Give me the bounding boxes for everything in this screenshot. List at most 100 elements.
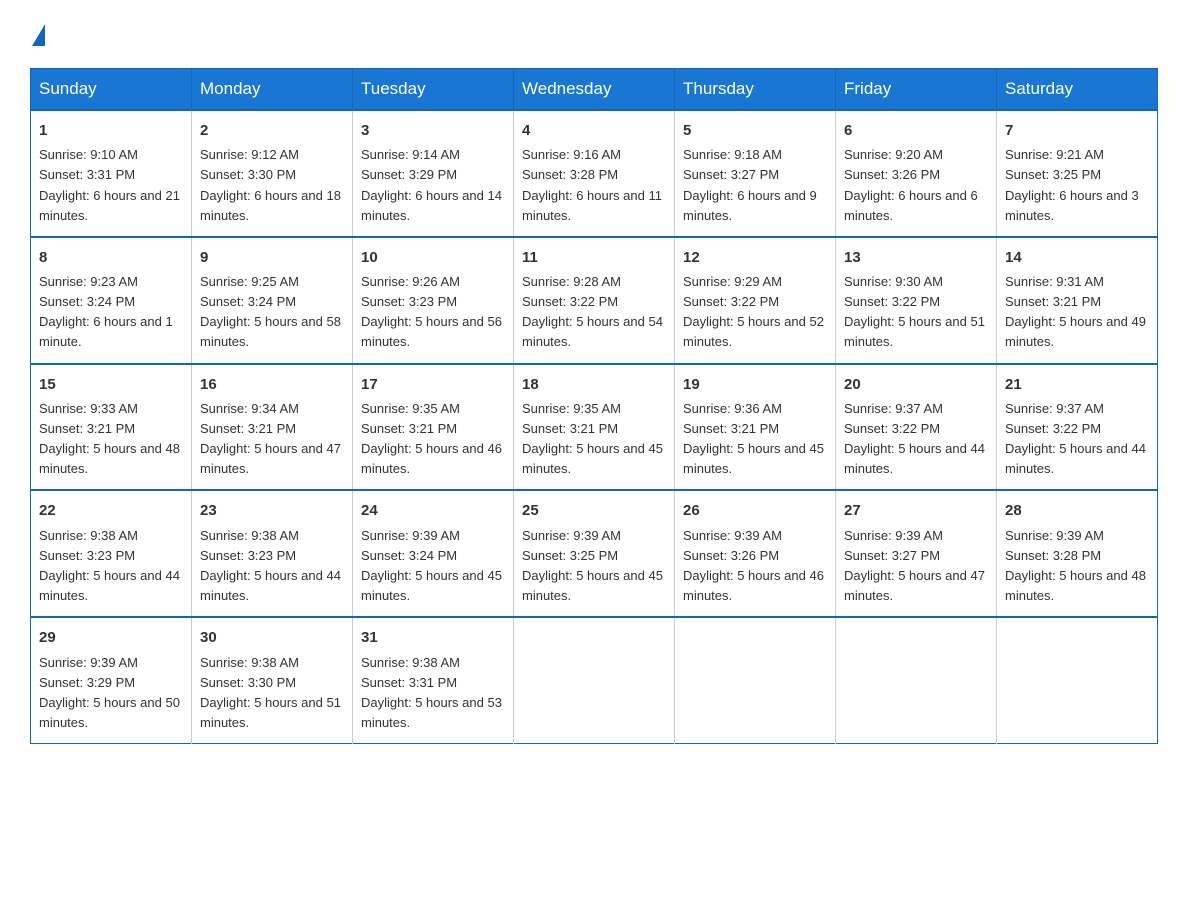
- day-number: 15: [39, 373, 183, 396]
- day-number: 31: [361, 626, 505, 649]
- calendar-cell: 25 Sunrise: 9:39 AMSunset: 3:25 PMDaylig…: [514, 490, 675, 617]
- day-info: Sunrise: 9:26 AMSunset: 3:23 PMDaylight:…: [361, 274, 502, 349]
- calendar-cell: 18 Sunrise: 9:35 AMSunset: 3:21 PMDaylig…: [514, 364, 675, 491]
- calendar-cell: 9 Sunrise: 9:25 AMSunset: 3:24 PMDayligh…: [192, 237, 353, 364]
- day-number: 20: [844, 373, 988, 396]
- day-info: Sunrise: 9:23 AMSunset: 3:24 PMDaylight:…: [39, 274, 173, 349]
- day-info: Sunrise: 9:10 AMSunset: 3:31 PMDaylight:…: [39, 147, 180, 222]
- day-info: Sunrise: 9:36 AMSunset: 3:21 PMDaylight:…: [683, 401, 824, 476]
- weekday-header-wednesday: Wednesday: [514, 69, 675, 111]
- day-number: 19: [683, 373, 827, 396]
- calendar-cell: 11 Sunrise: 9:28 AMSunset: 3:22 PMDaylig…: [514, 237, 675, 364]
- day-info: Sunrise: 9:38 AMSunset: 3:31 PMDaylight:…: [361, 655, 502, 730]
- day-number: 25: [522, 499, 666, 522]
- day-info: Sunrise: 9:20 AMSunset: 3:26 PMDaylight:…: [844, 147, 978, 222]
- day-info: Sunrise: 9:29 AMSunset: 3:22 PMDaylight:…: [683, 274, 824, 349]
- day-info: Sunrise: 9:39 AMSunset: 3:29 PMDaylight:…: [39, 655, 180, 730]
- calendar-cell: 13 Sunrise: 9:30 AMSunset: 3:22 PMDaylig…: [836, 237, 997, 364]
- weekday-header-thursday: Thursday: [675, 69, 836, 111]
- calendar-cell: 31 Sunrise: 9:38 AMSunset: 3:31 PMDaylig…: [353, 617, 514, 743]
- week-row-2: 8 Sunrise: 9:23 AMSunset: 3:24 PMDayligh…: [31, 237, 1158, 364]
- calendar-cell: 17 Sunrise: 9:35 AMSunset: 3:21 PMDaylig…: [353, 364, 514, 491]
- calendar-cell: 30 Sunrise: 9:38 AMSunset: 3:30 PMDaylig…: [192, 617, 353, 743]
- calendar-table: SundayMondayTuesdayWednesdayThursdayFrid…: [30, 68, 1158, 744]
- calendar-cell: 12 Sunrise: 9:29 AMSunset: 3:22 PMDaylig…: [675, 237, 836, 364]
- day-number: 18: [522, 373, 666, 396]
- day-number: 2: [200, 119, 344, 142]
- weekday-header-row: SundayMondayTuesdayWednesdayThursdayFrid…: [31, 69, 1158, 111]
- day-info: Sunrise: 9:35 AMSunset: 3:21 PMDaylight:…: [522, 401, 663, 476]
- calendar-cell: 28 Sunrise: 9:39 AMSunset: 3:28 PMDaylig…: [997, 490, 1158, 617]
- day-info: Sunrise: 9:39 AMSunset: 3:28 PMDaylight:…: [1005, 528, 1146, 603]
- day-info: Sunrise: 9:38 AMSunset: 3:23 PMDaylight:…: [200, 528, 341, 603]
- day-info: Sunrise: 9:21 AMSunset: 3:25 PMDaylight:…: [1005, 147, 1139, 222]
- day-number: 8: [39, 246, 183, 269]
- logo: [30, 20, 53, 48]
- weekday-header-sunday: Sunday: [31, 69, 192, 111]
- day-info: Sunrise: 9:39 AMSunset: 3:26 PMDaylight:…: [683, 528, 824, 603]
- day-info: Sunrise: 9:25 AMSunset: 3:24 PMDaylight:…: [200, 274, 341, 349]
- day-number: 27: [844, 499, 988, 522]
- day-info: Sunrise: 9:30 AMSunset: 3:22 PMDaylight:…: [844, 274, 985, 349]
- day-info: Sunrise: 9:35 AMSunset: 3:21 PMDaylight:…: [361, 401, 502, 476]
- weekday-header-saturday: Saturday: [997, 69, 1158, 111]
- day-number: 14: [1005, 246, 1149, 269]
- day-number: 12: [683, 246, 827, 269]
- calendar-cell: 10 Sunrise: 9:26 AMSunset: 3:23 PMDaylig…: [353, 237, 514, 364]
- calendar-cell: 22 Sunrise: 9:38 AMSunset: 3:23 PMDaylig…: [31, 490, 192, 617]
- calendar-cell: [836, 617, 997, 743]
- day-number: 22: [39, 499, 183, 522]
- calendar-cell: 14 Sunrise: 9:31 AMSunset: 3:21 PMDaylig…: [997, 237, 1158, 364]
- day-number: 28: [1005, 499, 1149, 522]
- day-info: Sunrise: 9:39 AMSunset: 3:27 PMDaylight:…: [844, 528, 985, 603]
- day-number: 13: [844, 246, 988, 269]
- weekday-header-friday: Friday: [836, 69, 997, 111]
- day-info: Sunrise: 9:37 AMSunset: 3:22 PMDaylight:…: [1005, 401, 1146, 476]
- day-number: 21: [1005, 373, 1149, 396]
- day-info: Sunrise: 9:39 AMSunset: 3:25 PMDaylight:…: [522, 528, 663, 603]
- day-number: 9: [200, 246, 344, 269]
- calendar-cell: 7 Sunrise: 9:21 AMSunset: 3:25 PMDayligh…: [997, 110, 1158, 237]
- logo-triangle-icon: [32, 24, 45, 46]
- day-info: Sunrise: 9:18 AMSunset: 3:27 PMDaylight:…: [683, 147, 817, 222]
- day-number: 17: [361, 373, 505, 396]
- calendar-cell: 19 Sunrise: 9:36 AMSunset: 3:21 PMDaylig…: [675, 364, 836, 491]
- day-number: 6: [844, 119, 988, 142]
- calendar-cell: 20 Sunrise: 9:37 AMSunset: 3:22 PMDaylig…: [836, 364, 997, 491]
- day-number: 11: [522, 246, 666, 269]
- calendar-cell: 4 Sunrise: 9:16 AMSunset: 3:28 PMDayligh…: [514, 110, 675, 237]
- day-number: 3: [361, 119, 505, 142]
- calendar-cell: 3 Sunrise: 9:14 AMSunset: 3:29 PMDayligh…: [353, 110, 514, 237]
- day-number: 24: [361, 499, 505, 522]
- calendar-cell: 6 Sunrise: 9:20 AMSunset: 3:26 PMDayligh…: [836, 110, 997, 237]
- day-info: Sunrise: 9:38 AMSunset: 3:23 PMDaylight:…: [39, 528, 180, 603]
- day-info: Sunrise: 9:33 AMSunset: 3:21 PMDaylight:…: [39, 401, 180, 476]
- calendar-cell: 15 Sunrise: 9:33 AMSunset: 3:21 PMDaylig…: [31, 364, 192, 491]
- day-number: 23: [200, 499, 344, 522]
- weekday-header-tuesday: Tuesday: [353, 69, 514, 111]
- day-number: 16: [200, 373, 344, 396]
- calendar-cell: 21 Sunrise: 9:37 AMSunset: 3:22 PMDaylig…: [997, 364, 1158, 491]
- day-info: Sunrise: 9:14 AMSunset: 3:29 PMDaylight:…: [361, 147, 502, 222]
- day-info: Sunrise: 9:16 AMSunset: 3:28 PMDaylight:…: [522, 147, 662, 222]
- logo-general-text: [30, 20, 45, 48]
- day-info: Sunrise: 9:28 AMSunset: 3:22 PMDaylight:…: [522, 274, 663, 349]
- calendar-cell: 2 Sunrise: 9:12 AMSunset: 3:30 PMDayligh…: [192, 110, 353, 237]
- day-info: Sunrise: 9:12 AMSunset: 3:30 PMDaylight:…: [200, 147, 341, 222]
- page-header: [30, 20, 1158, 48]
- day-info: Sunrise: 9:31 AMSunset: 3:21 PMDaylight:…: [1005, 274, 1146, 349]
- day-number: 7: [1005, 119, 1149, 142]
- calendar-cell: 23 Sunrise: 9:38 AMSunset: 3:23 PMDaylig…: [192, 490, 353, 617]
- calendar-cell: 5 Sunrise: 9:18 AMSunset: 3:27 PMDayligh…: [675, 110, 836, 237]
- calendar-cell: 16 Sunrise: 9:34 AMSunset: 3:21 PMDaylig…: [192, 364, 353, 491]
- week-row-1: 1 Sunrise: 9:10 AMSunset: 3:31 PMDayligh…: [31, 110, 1158, 237]
- day-number: 5: [683, 119, 827, 142]
- day-info: Sunrise: 9:37 AMSunset: 3:22 PMDaylight:…: [844, 401, 985, 476]
- day-number: 29: [39, 626, 183, 649]
- calendar-cell: [514, 617, 675, 743]
- calendar-cell: 27 Sunrise: 9:39 AMSunset: 3:27 PMDaylig…: [836, 490, 997, 617]
- day-number: 30: [200, 626, 344, 649]
- day-info: Sunrise: 9:39 AMSunset: 3:24 PMDaylight:…: [361, 528, 502, 603]
- day-number: 4: [522, 119, 666, 142]
- calendar-cell: [675, 617, 836, 743]
